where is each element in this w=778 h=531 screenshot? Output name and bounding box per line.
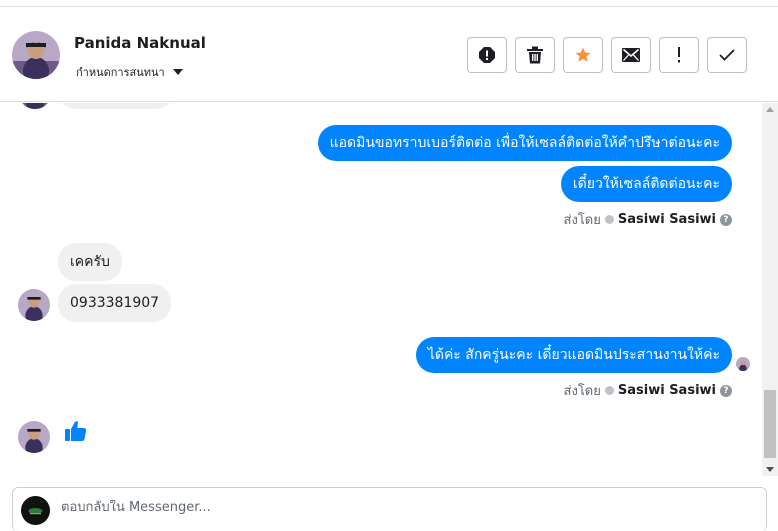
sent-by-info: ส่งโดย Sasiwi Sasiwi ? [564, 209, 732, 230]
message-bubble-incoming: 0933381907 [58, 284, 172, 322]
caret-down-icon [172, 69, 183, 75]
sent-by-label: ส่งโดย [563, 384, 601, 399]
scroll-thumb[interactable] [764, 390, 776, 458]
page-avatar [21, 496, 50, 525]
chat-scrollbar[interactable] [762, 103, 778, 476]
assign-label: กำหนดการสนทนา [76, 66, 165, 79]
delete-button[interactable] [515, 37, 555, 73]
envelope-icon [622, 48, 640, 62]
alert-circle-icon [479, 47, 495, 63]
sender-status-icon [604, 386, 614, 395]
message-bubble-incoming: เคครับ [58, 243, 122, 281]
thumbs-up-sticker [64, 419, 88, 447]
contact-avatar[interactable] [12, 31, 60, 79]
mark-done-button[interactable] [707, 37, 747, 73]
contact-avatar-small [20, 103, 50, 109]
contact-avatar-small[interactable] [18, 289, 50, 321]
scroll-up-arrow-icon[interactable] [766, 107, 774, 112]
message-thread[interactable]: แอดมินขอทราบเบอร์ติดต่อ เพื่อให้เซลล์ติด… [0, 103, 762, 479]
mark-unread-button[interactable] [611, 37, 651, 73]
sent-by-name[interactable]: Sasiwi Sasiwi [618, 383, 716, 398]
seen-indicator-avatar [736, 357, 750, 371]
scroll-down-arrow-icon[interactable] [766, 467, 774, 472]
star-button[interactable] [563, 37, 603, 73]
conversation-header: Panida Naknual กำหนดการสนทนา [0, 7, 778, 102]
contact-name[interactable]: Panida Naknual [74, 34, 206, 52]
action-toolbar [467, 37, 747, 73]
star-icon [575, 47, 591, 62]
message-bubble-partial [58, 103, 174, 109]
sender-status-icon [604, 215, 614, 224]
reply-box [12, 487, 767, 531]
message-bubble-outgoing: เดี๋ยวให้เซลล์ติดต่อนะคะ [560, 166, 732, 202]
thumbs-up-icon [65, 421, 87, 441]
help-icon[interactable]: ? [720, 384, 732, 397]
check-icon [719, 49, 735, 61]
contact-avatar-small[interactable] [18, 421, 50, 453]
sent-by-label: ส่งโดย [563, 213, 601, 228]
sent-by-info: ส่งโดย Sasiwi Sasiwi ? [564, 380, 732, 401]
message-bubble-outgoing: แอดมินขอทราบเบอร์ติดต่อ เพื่อให้เซลล์ติด… [317, 125, 732, 161]
exclamation-icon [678, 47, 680, 63]
help-icon[interactable]: ? [720, 213, 732, 226]
reply-input[interactable] [61, 500, 741, 515]
trash-icon [527, 46, 543, 64]
message-bubble-outgoing: ได้ค่ะ สักครู่นะคะ เดี๋ยวแอดมินประสานงาน… [415, 337, 732, 373]
follow-up-button[interactable] [659, 37, 699, 73]
assign-conversation-dropdown[interactable]: กำหนดการสนทนา [76, 63, 183, 81]
spam-button[interactable] [467, 37, 507, 73]
sent-by-name[interactable]: Sasiwi Sasiwi [618, 212, 716, 227]
